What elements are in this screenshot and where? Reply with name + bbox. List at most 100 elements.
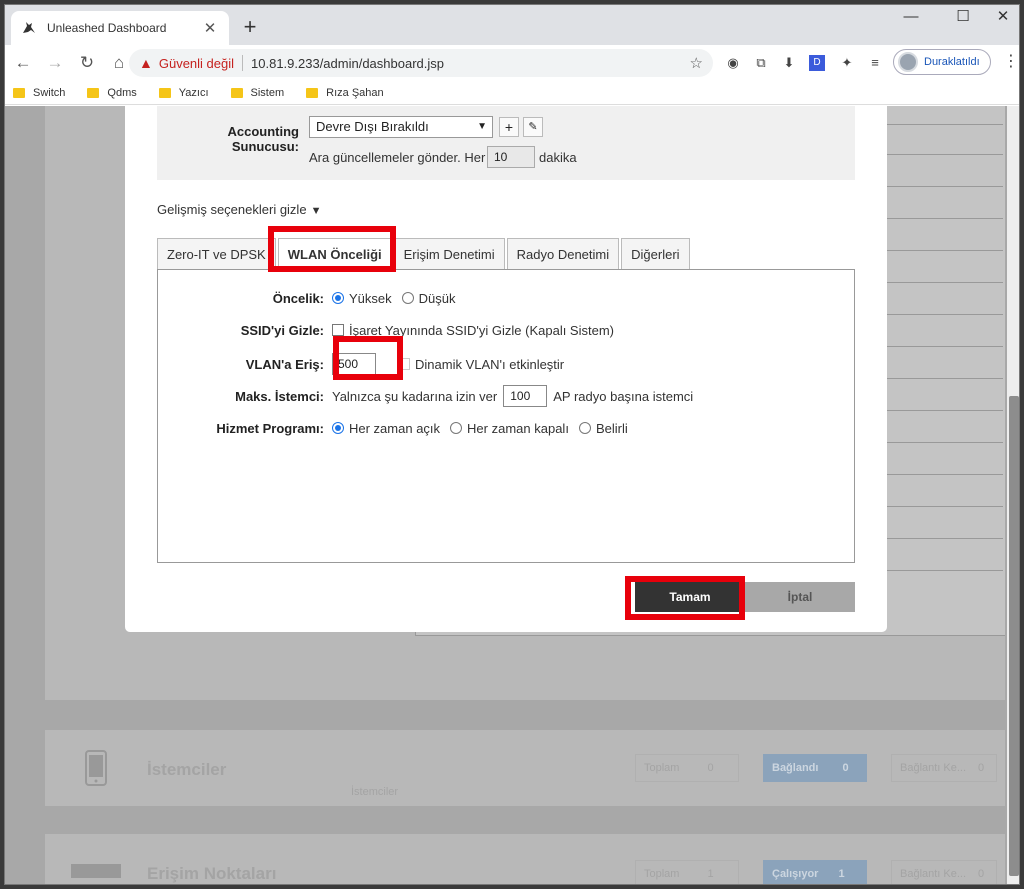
options-tabs: Zero-IT ve DPSK WLAN Önceliği Erişim Den… <box>157 238 692 271</box>
background-line <box>885 154 1003 155</box>
schedule-always-off-radio[interactable] <box>450 422 463 434</box>
page-scrollbar[interactable] <box>1007 106 1019 884</box>
updates-suffix: dakika <box>539 150 577 165</box>
background-line <box>885 124 1003 125</box>
separator <box>242 55 244 71</box>
background-line <box>885 250 1003 251</box>
priority-high-label: Yüksek <box>349 290 392 306</box>
scroll-thumb[interactable] <box>1009 396 1019 876</box>
background-line <box>885 346 1003 347</box>
access-point-icon <box>71 864 121 878</box>
hide-ssid-checkbox[interactable] <box>332 324 344 336</box>
hide-ssid-row: SSID'yi Gizle: İşaret Yayınında SSID'yi … <box>158 320 854 340</box>
priority-low-label: Düşük <box>418 290 456 306</box>
max-clients-row: Maks. İstemci: Yalnızca şu kadarına izin… <box>158 384 854 408</box>
tab-access-control[interactable]: Erişim Denetimi <box>393 238 505 270</box>
background-line <box>885 538 1003 539</box>
puzzle-icon[interactable]: ✦ <box>837 53 857 73</box>
wlan-edit-dialog: Accounting Sunucusu: Devre Dışı Bırakıld… <box>125 106 887 632</box>
ap-running[interactable]: Çalışıyor 1 <box>763 860 867 884</box>
clients-subtitle: İstemciler <box>351 786 399 798</box>
ap-disconnected[interactable]: Bağlantı Ke... 0 <box>891 860 997 884</box>
reload-icon[interactable]: ↻ <box>73 49 101 77</box>
accounting-server-select[interactable]: Devre Dışı Bırakıldı ▼ <box>309 116 493 138</box>
close-window-icon[interactable]: ✕ <box>981 5 1019 33</box>
folder-icon <box>87 87 100 98</box>
bookmark-riza-sahan[interactable]: Rıza Şahan <box>306 87 384 99</box>
highlight-ok-button <box>625 576 745 620</box>
priority-label: Öncelik: <box>272 290 324 306</box>
background-line <box>885 474 1003 475</box>
back-icon[interactable]: ← <box>9 49 37 77</box>
avatar <box>898 52 918 72</box>
clients-title: İstemciler <box>147 760 227 779</box>
cancel-button[interactable]: İptal <box>745 582 855 612</box>
profile-button[interactable]: Duraklatıldı <box>893 49 991 75</box>
browser-tab[interactable]: Unleashed Dashboard ✕ <box>11 11 229 45</box>
browser-window: Unleashed Dashboard ✕ + — ☐ ✕ ← → ↻ ⌂ ▲ … <box>4 4 1020 885</box>
priority-row: Öncelik: Yüksek Düşük <box>158 288 854 308</box>
updates-interval-input[interactable]: 10 <box>487 146 535 168</box>
background-line <box>885 570 1003 571</box>
download-icon[interactable]: ⬇ <box>779 53 799 73</box>
clients-connected[interactable]: Bağlandı 0 <box>763 754 867 782</box>
max-clients-label: Maks. İstemci: <box>235 388 324 404</box>
security-status[interactable]: Güvenli değil <box>159 56 234 71</box>
page-content: İstemciler İstemciler Toplam 0 Bağlandı 0 … <box>5 106 1019 884</box>
access-points-title: Erişim Noktaları <box>147 864 277 883</box>
close-tab-icon[interactable]: ✕ <box>201 19 219 37</box>
schedule-always-on-radio[interactable] <box>332 422 344 434</box>
bookmark-star-icon[interactable]: ☆ <box>690 54 703 72</box>
profile-label: Duraklatıldı <box>924 56 980 68</box>
folder-icon <box>158 87 171 98</box>
extension-d-icon[interactable]: D <box>809 55 825 71</box>
minimize-icon[interactable]: — <box>889 5 933 33</box>
forward-icon[interactable]: → <box>41 49 69 77</box>
dynamic-vlan-text: Dinamik VLAN'ı etkinleştir <box>415 356 565 372</box>
accounting-label: Accounting Sunucusu: <box>227 124 300 154</box>
translate-icon[interactable]: ⧉ <box>751 53 771 73</box>
folder-icon <box>306 87 319 98</box>
tab-others[interactable]: Diğerleri <box>621 238 690 270</box>
bookmark-yazici[interactable]: Yazıcı <box>158 87 209 99</box>
ap-total[interactable]: Toplam 1 <box>635 860 739 884</box>
priority-high-radio[interactable] <box>332 292 344 304</box>
wlan-priority-panel: Öncelik: Yüksek Düşük SSID'yi Gizle: İşa… <box>157 269 855 563</box>
clients-disconnected[interactable]: Bağlantı Ke... 0 <box>891 754 997 782</box>
bookmark-qdms[interactable]: Qdms <box>87 87 137 99</box>
background-line <box>885 442 1003 443</box>
new-tab-button[interactable]: + <box>237 15 263 41</box>
url-text[interactable]: 10.81.9.233/admin/dashboard.jsp <box>251 56 444 71</box>
maximize-icon[interactable]: ☐ <box>941 5 985 33</box>
schedule-specific-label: Belirli <box>595 420 628 436</box>
max-clients-input[interactable]: 100 <box>503 385 548 407</box>
background-line <box>885 186 1003 187</box>
advanced-options-toggle[interactable]: Gelişmiş seçenekleri gizle ▼ <box>157 202 321 217</box>
vlan-row: VLAN'a Eriş: 500 Dinamik VLAN'ı etkinleş… <box>158 352 854 376</box>
add-button[interactable]: + <box>499 117 519 137</box>
tab-title: Unleashed Dashboard <box>47 21 167 35</box>
edit-pencil-icon[interactable]: ✎ <box>523 117 543 137</box>
background-line <box>885 282 1003 283</box>
bookmarks-bar: Switch Qdms Yazıcı Sistem Rıza Şahan <box>5 81 1019 105</box>
extension-e-icon[interactable]: ◉ <box>723 53 743 73</box>
priority-low-radio[interactable] <box>401 292 414 304</box>
bookmark-sistem[interactable]: Sistem <box>230 87 284 99</box>
highlight-vlan-input <box>333 336 403 380</box>
schedule-specific-radio[interactable] <box>578 422 591 434</box>
background-line <box>885 506 1003 507</box>
tab-zero-it[interactable]: Zero-IT ve DPSK <box>157 238 276 270</box>
vlan-label: VLAN'a Eriş: <box>245 356 324 372</box>
tab-strip: Unleashed Dashboard ✕ + — ☐ ✕ <box>5 5 1019 45</box>
menu-icon[interactable]: ⋮ <box>1003 51 1019 71</box>
clients-total[interactable]: Toplam 0 <box>635 754 739 782</box>
service-schedule-label: Hizmet Programı: <box>216 420 324 436</box>
schedule-always-on-label: Her zaman açık <box>349 420 441 436</box>
media-icon[interactable]: ≡ <box>865 53 885 73</box>
highlight-wlan-priority-tab <box>268 226 396 272</box>
address-bar[interactable]: ▲ Güvenli değil 10.81.9.233/admin/dashbo… <box>129 49 713 77</box>
service-schedule-row: Hizmet Programı: Her zaman açık Her zama… <box>158 418 854 438</box>
tab-radio-control[interactable]: Radyo Denetimi <box>506 238 620 270</box>
background-line <box>885 314 1003 315</box>
bookmark-switch[interactable]: Switch <box>13 87 65 99</box>
